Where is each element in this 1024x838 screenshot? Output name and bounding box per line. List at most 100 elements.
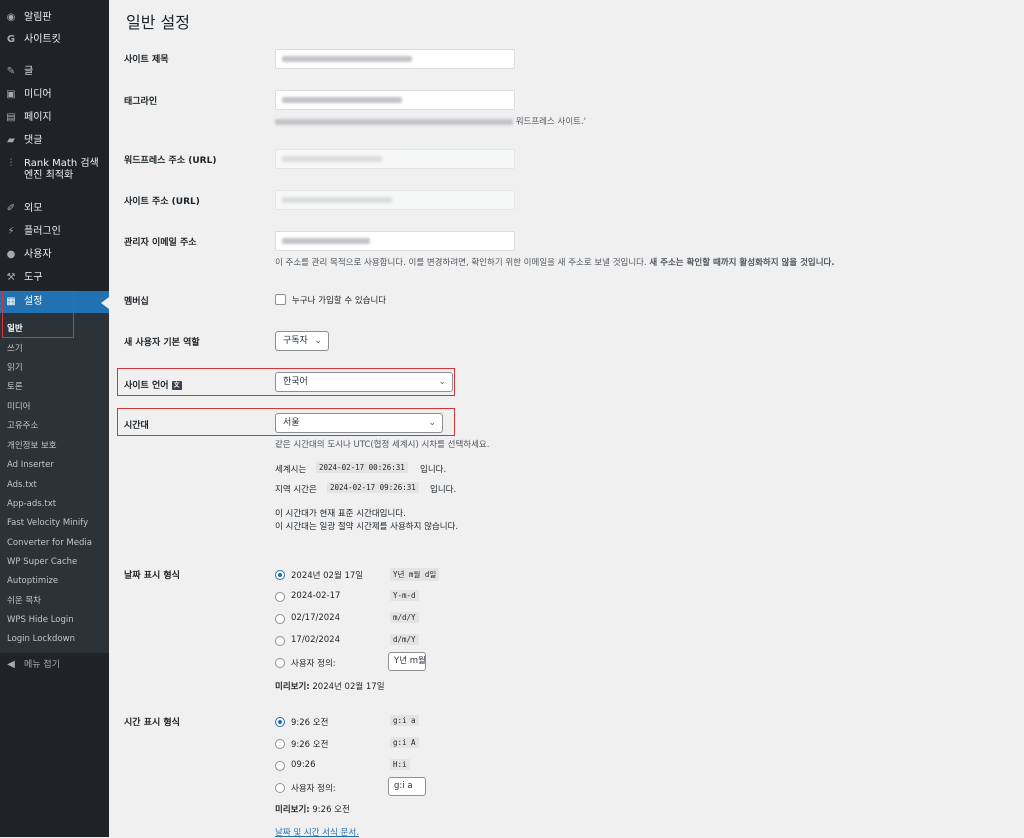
site-title-label: 사이트 제목: [124, 55, 169, 65]
sidebar-item-pages[interactable]: ▤ 페이지: [0, 112, 109, 124]
chevron-down-icon: ⌄: [314, 336, 322, 346]
sidebar-item-tools[interactable]: ⚒ 도구: [0, 272, 109, 284]
date-format-custom-input[interactable]: Y년 m월 d일: [388, 652, 426, 671]
sidebar-item-plugins[interactable]: ⚡ 플러그인: [0, 226, 109, 238]
datetime-docs-link[interactable]: 날짜 및 시간 서식 문서.: [275, 826, 359, 838]
submenu-item-easy-toc[interactable]: 쉬운 목차: [7, 596, 41, 606]
highlight-timezone-box: [117, 408, 455, 436]
page-title: 일반 설정: [126, 13, 190, 32]
highlight-language-box: [117, 368, 455, 396]
rankmath-icon: ⫶: [9, 158, 13, 169]
sidebar-item-media[interactable]: ▣ 미디어: [0, 89, 109, 101]
sitekit-icon: G: [6, 34, 16, 45]
utc-time-suffix: 입니다.: [420, 465, 447, 475]
sidebar-item-appearance[interactable]: ✐ 외모: [0, 203, 109, 215]
time-format-radio-3[interactable]: [275, 761, 285, 771]
date-format-option-1[interactable]: 2024년 02월 17일: [291, 569, 363, 581]
admin-email-label: 관리자 이메일 주소: [124, 238, 197, 248]
date-format-radio-3[interactable]: [275, 614, 285, 624]
time-format-option-1[interactable]: 9:26 오전: [291, 716, 328, 728]
date-format-radio-1[interactable]: [275, 570, 285, 580]
brush-icon: ✐: [6, 203, 16, 214]
time-format-code-1: g:i a: [390, 715, 419, 726]
sidebar-item-comments[interactable]: ▰ 댓글: [0, 135, 109, 147]
submenu-item-ads-txt[interactable]: Ads.txt: [7, 480, 37, 490]
media-icon: ▣: [6, 89, 16, 100]
time-format-option-2[interactable]: 9:26 오전: [291, 738, 328, 750]
default-role-label: 새 사용자 기본 역할: [124, 338, 200, 348]
submenu-item-login-lockdown[interactable]: Login Lockdown: [7, 634, 75, 644]
blurred-text: [282, 155, 382, 162]
sidebar-item-dashboard[interactable]: ◉ 알림판: [0, 12, 109, 24]
date-format-code-3: m/d/Y: [390, 612, 419, 623]
submenu-item-reading[interactable]: 읽기: [7, 363, 23, 373]
submenu-item-permalinks[interactable]: 고유주소: [7, 421, 38, 431]
submenu-item-fast-velocity-minify[interactable]: Fast Velocity Minify: [7, 518, 88, 528]
time-format-radio-2[interactable]: [275, 739, 285, 749]
local-time-value: 2024-02-17 09:26:31: [327, 482, 419, 493]
local-time-prefix: 지역 시간은: [275, 485, 317, 495]
wordpress-url-input[interactable]: [275, 149, 515, 169]
admin-sidebar: ◉ 알림판 G 사이트킷 ✎ 글 ▣ 미디어 ▤ 페이지 ▰ 댓글 ⫶ Rank…: [0, 0, 109, 837]
dst-note: 이 시간대는 일광 절약 시간제를 사용하지 않습니다.: [275, 522, 459, 532]
admin-email-input[interactable]: [275, 231, 515, 251]
timezone-description: 같은 시간대의 도시나 UTC(협정 세계시) 시차를 선택하세요.: [275, 440, 490, 450]
submenu-item-privacy[interactable]: 개인정보 보호: [7, 441, 57, 451]
site-url-input[interactable]: [275, 190, 515, 210]
submenu-item-wp-super-cache[interactable]: WP Super Cache: [7, 557, 77, 567]
blurred-text: [282, 55, 412, 62]
date-format-radio-4[interactable]: [275, 636, 285, 646]
site-title-input[interactable]: [275, 49, 515, 69]
submenu-item-media[interactable]: 미디어: [7, 402, 30, 412]
time-format-code-2: g:i A: [390, 737, 419, 748]
pin-icon: ✎: [6, 66, 16, 77]
time-format-code-3: H:i: [390, 759, 410, 770]
date-format-option-2[interactable]: 2024-02-17: [291, 591, 340, 601]
admin-email-description: 이 주소를 관리 목적으로 사용합니다. 이를 변경하려면, 확인하기 위한 이…: [275, 258, 835, 268]
comment-icon: ▰: [7, 135, 15, 146]
time-format-option-3[interactable]: 09:26: [291, 760, 316, 770]
tagline-input[interactable]: [275, 90, 515, 110]
sidebar-item-posts[interactable]: ✎ 글: [0, 66, 109, 78]
sidebar-item-sitekit[interactable]: G 사이트킷: [0, 34, 109, 46]
date-format-option-3[interactable]: 02/17/2024: [291, 613, 340, 623]
date-format-custom-label[interactable]: 사용자 정의:: [291, 657, 336, 669]
collapse-icon: ◀: [7, 659, 15, 670]
date-format-code-2: Y-m-d: [390, 590, 419, 601]
date-format-option-4[interactable]: 17/02/2024: [291, 635, 340, 645]
time-format-custom-input[interactable]: g:i a: [388, 777, 426, 796]
submenu-item-wps-hide-login[interactable]: WPS Hide Login: [7, 615, 74, 625]
membership-label: 멤버십: [124, 297, 149, 307]
date-format-radio-2[interactable]: [275, 592, 285, 602]
submenu-item-converter-for-media[interactable]: Converter for Media: [7, 538, 92, 548]
default-role-select[interactable]: 구독자 ⌄: [275, 331, 329, 351]
date-preview: 미리보기: 2024년 02월 17일: [275, 682, 385, 692]
blurred-text: [275, 118, 513, 125]
time-preview: 미리보기: 9:26 오전: [275, 805, 350, 815]
date-format-label: 날짜 표시 형식: [124, 571, 180, 581]
wordpress-url-label: 워드프레스 주소 (URL): [124, 156, 217, 166]
user-icon: ●: [6, 249, 16, 260]
blurred-text: [282, 96, 402, 103]
tagline-label: 태그라인: [124, 97, 158, 107]
membership-checkbox-label[interactable]: 누구나 가입할 수 있습니다: [292, 294, 386, 306]
time-format-radio-custom[interactable]: [275, 783, 285, 793]
main-content: 일반 설정 사이트 제목 태그라인 워드프레스 사이트.' 워드프레스 주소 (…: [109, 0, 1024, 838]
date-format-code-4: d/m/Y: [390, 634, 419, 645]
submenu-item-writing[interactable]: 쓰기: [7, 344, 23, 354]
tagline-description: 워드프레스 사이트.': [275, 115, 586, 127]
local-time-suffix: 입니다.: [430, 485, 457, 495]
submenu-item-discussion[interactable]: 토론: [7, 382, 23, 392]
date-format-radio-custom[interactable]: [275, 658, 285, 668]
collapse-menu-button[interactable]: ◀ 메뉴 접기: [0, 659, 109, 671]
sidebar-item-users[interactable]: ● 사용자: [0, 249, 109, 261]
sidebar-item-rankmath[interactable]: ⫶ Rank Math 검색엔진 최적화: [0, 158, 104, 182]
submenu-item-app-ads-txt[interactable]: App-ads.txt: [7, 499, 56, 509]
standard-time-note: 이 시간대가 현재 표준 시간대입니다.: [275, 509, 406, 519]
date-format-code-1: Y년 m월 d일: [390, 568, 440, 581]
time-format-radio-1[interactable]: [275, 717, 285, 727]
time-format-custom-label[interactable]: 사용자 정의:: [291, 782, 336, 794]
membership-checkbox[interactable]: [275, 294, 286, 305]
submenu-item-autoptimize[interactable]: Autoptimize: [7, 576, 58, 586]
submenu-item-ad-inserter[interactable]: Ad Inserter: [7, 460, 54, 470]
